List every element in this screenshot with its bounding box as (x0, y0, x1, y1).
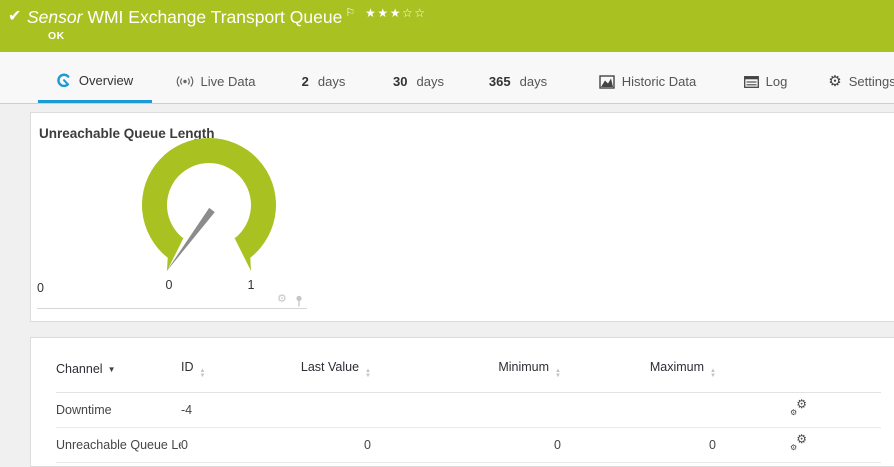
page-title: SensorWMI Exchange Transport Queue⚐ ★★★☆☆ (27, 7, 426, 28)
sensor-title: WMI Exchange Transport Queue (87, 7, 342, 27)
log-list-icon (744, 76, 759, 88)
tab-2-days[interactable]: 2 days (286, 52, 361, 103)
sort-icon: ▲▼ (200, 369, 206, 378)
col-header-id[interactable]: ID▲▼ (181, 350, 271, 393)
gauge-scale-max: 1 (241, 278, 261, 292)
cell-maximum: 0 (561, 428, 716, 463)
pin-icon[interactable] (293, 295, 305, 308)
tab-30-days[interactable]: 30 days (381, 52, 456, 103)
col-header-maximum[interactable]: Maximum▲▼ (561, 350, 716, 393)
cell-channel[interactable]: Unreachable Queue Len... (56, 428, 181, 463)
tab-historic-data[interactable]: Historic Data (590, 52, 705, 103)
cell-maximum (561, 393, 716, 428)
gauge-icon (57, 73, 72, 87)
col-header-last-value[interactable]: Last Value▲▼ (271, 350, 371, 393)
object-type-label: Sensor (27, 7, 82, 27)
tab-live-data[interactable]: Live Data (163, 52, 268, 103)
cell-last-value (271, 393, 371, 428)
channel-table-panel: Channel▼ ID▲▼ Last Value▲▼ Minimum▲▼ Max… (30, 337, 894, 467)
col-header-actions (716, 350, 881, 393)
table-header-row: Channel▼ ID▲▼ Last Value▲▼ Minimum▲▼ Max… (56, 350, 881, 393)
cell-id: 0 (181, 428, 271, 463)
historic-chart-icon (599, 75, 615, 89)
sort-icon: ▲▼ (365, 369, 371, 378)
channel-table: Channel▼ ID▲▼ Last Value▲▼ Minimum▲▼ Max… (56, 350, 881, 463)
gauge-settings-gear-icon[interactable]: ⚙ (277, 294, 287, 305)
cell-channel[interactable]: Downtime (56, 393, 181, 428)
channel-settings-gears-icon[interactable]: ⚙⚙ (790, 401, 807, 416)
tab-settings[interactable]: ⚙ Settings (822, 52, 894, 103)
cell-last-value: 0 (271, 428, 371, 463)
sensor-status-header: ✔ SensorWMI Exchange Transport Queue⚐ ★★★… (0, 0, 894, 52)
tab-bar: Overview Live Data 2 days 30 days 365 da… (0, 52, 894, 104)
status-check-icon: ✔ (8, 6, 21, 26)
sort-icon: ▲▼ (555, 369, 561, 378)
gauge-baseline (37, 308, 307, 309)
channel-settings-gears-icon[interactable]: ⚙⚙ (790, 436, 807, 451)
gauge-panel: Unreachable Queue Length 0 0 1 ⚙ (30, 112, 894, 322)
gauge-current-value: 0 (37, 281, 44, 295)
broadcast-icon (176, 75, 194, 88)
sort-icon: ▲▼ (710, 369, 716, 378)
table-row[interactable]: Unreachable Queue Len... 0 0 0 0 ⚙⚙ (56, 428, 881, 463)
gear-icon: ⚙ (828, 74, 841, 89)
flag-icon[interactable]: ⚐ (345, 7, 355, 19)
col-header-channel[interactable]: Channel▼ (56, 350, 181, 393)
tab-log[interactable]: Log (733, 52, 798, 103)
sort-desc-icon: ▼ (108, 365, 116, 374)
cell-minimum (371, 393, 561, 428)
cell-minimum: 0 (371, 428, 561, 463)
col-header-minimum[interactable]: Minimum▲▼ (371, 350, 561, 393)
cell-id: -4 (181, 393, 271, 428)
tab-overview[interactable]: Overview (38, 52, 152, 103)
gauge-scale-min: 0 (159, 278, 179, 292)
priority-stars[interactable]: ★★★☆☆ (365, 6, 426, 20)
tab-365-days[interactable]: 365 days (478, 52, 558, 103)
table-row[interactable]: Downtime -4 ⚙⚙ (56, 393, 881, 428)
status-badge: OK (48, 30, 65, 42)
